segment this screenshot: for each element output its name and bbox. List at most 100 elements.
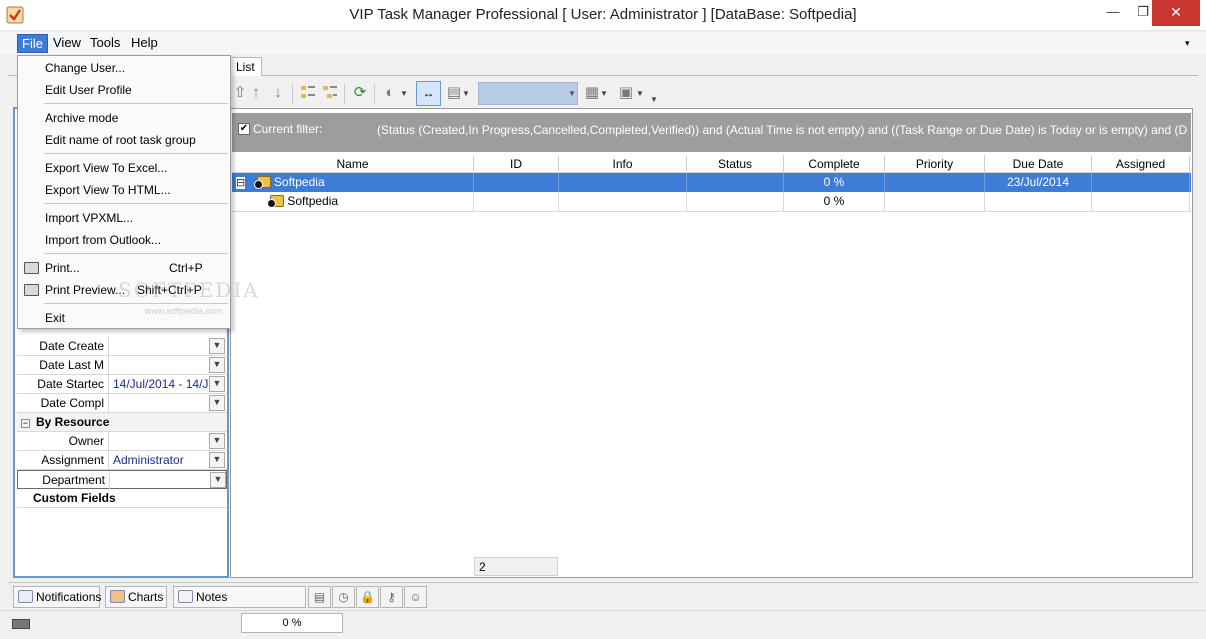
cell-name[interactable]: Softpedia	[232, 192, 474, 211]
notes-icon	[178, 590, 193, 603]
column-header-assigned[interactable]: Assigned	[1092, 155, 1190, 173]
filter-value[interactable]: Administrator	[111, 451, 209, 469]
menu-tools[interactable]: Tools	[86, 34, 124, 53]
cell-priority[interactable]	[885, 192, 985, 211]
filter-value[interactable]	[111, 394, 209, 412]
filter-value[interactable]	[111, 356, 209, 374]
filter-checkbox[interactable]: ✔	[238, 123, 250, 135]
clear-filter-icon[interactable]: ◐	[380, 83, 400, 103]
menu-item-print[interactable]: Print... Ctrl+P	[19, 257, 229, 279]
timer-icon[interactable]: ◷	[332, 586, 355, 608]
column-header-info[interactable]: Info	[559, 155, 687, 173]
cell-assigned[interactable]	[1092, 173, 1190, 192]
chevron-down-icon[interactable]: ▼	[209, 433, 225, 449]
menu-item-label: Import from Outlook...	[45, 233, 162, 247]
window-title: VIP Task Manager Professional [ User: Ad…	[349, 6, 857, 23]
menu-item-change-user[interactable]: Change User...	[19, 57, 229, 79]
menu-item-import-outlook[interactable]: Import from Outlook...	[19, 229, 229, 251]
collapse-icon[interactable]: −	[21, 419, 30, 428]
filter-value[interactable]	[112, 471, 210, 489]
fit-columns-button[interactable]: ↔	[416, 81, 441, 106]
column-header-name[interactable]: Name	[232, 155, 474, 173]
cell-status[interactable]	[687, 173, 784, 192]
toolbar-overflow-chevron-icon[interactable]: ▼	[650, 90, 658, 110]
task-grid-panel: ✔ Current filter: (Status (Created,In Pr…	[230, 108, 1193, 578]
chevron-down-icon[interactable]: ▼	[210, 472, 226, 488]
filter-value[interactable]	[111, 432, 209, 450]
layout-icon[interactable]: ▣	[616, 83, 636, 103]
move-up-icon[interactable]: ↑	[246, 83, 266, 103]
group-by-resource[interactable]: − By Resource	[17, 413, 227, 432]
tab-notes[interactable]: Notes	[173, 586, 306, 608]
menu-help[interactable]: Help	[127, 34, 162, 53]
tab-charts[interactable]: Charts	[105, 586, 167, 608]
cell-info[interactable]	[559, 173, 687, 192]
cell-info[interactable]	[559, 192, 687, 211]
group-label: Custom Fields	[33, 491, 116, 505]
group-custom-fields[interactable]: Custom Fields	[17, 489, 227, 508]
filter-value[interactable]: 14/Jul/2014 - 14/Ju	[111, 375, 209, 393]
filter-row-owner: Owner ▼	[17, 432, 227, 451]
refresh-icon[interactable]: ⟳	[350, 83, 370, 103]
menu-item-archive-mode[interactable]: Archive mode	[19, 107, 229, 129]
cell-id[interactable]	[474, 173, 559, 192]
menu-separator	[44, 253, 228, 254]
cell-due-date[interactable]	[985, 192, 1092, 211]
menu-item-export-excel[interactable]: Export View To Excel...	[19, 157, 229, 179]
outdent-icon[interactable]	[320, 83, 340, 103]
close-button[interactable]: ✕	[1152, 0, 1200, 26]
chevron-down-icon[interactable]: ▼	[400, 84, 408, 104]
cell-priority[interactable]	[885, 173, 985, 192]
cell-due-date[interactable]: 23/Jul/2014	[985, 173, 1092, 192]
cell-complete[interactable]: 0 %	[784, 192, 885, 211]
move-down-icon[interactable]: ↓	[268, 83, 288, 103]
menu-item-edit-user-profile[interactable]: Edit User Profile	[19, 79, 229, 101]
task-name: Softpedia	[287, 194, 339, 208]
column-header-priority[interactable]: Priority	[885, 155, 985, 173]
cell-complete[interactable]: 0 %	[784, 173, 885, 192]
chevron-down-icon[interactable]: ▼	[600, 84, 608, 104]
minimize-button[interactable]: —	[1098, 0, 1128, 26]
menu-item-import-vpxml[interactable]: Import VPXML...	[19, 207, 229, 229]
menu-file[interactable]: File	[17, 34, 48, 53]
lock-icon[interactable]: 🔒	[356, 586, 379, 608]
chevron-down-icon[interactable]: ▼	[209, 376, 225, 392]
menu-item-label: Import VPXML...	[45, 211, 134, 225]
filter-value[interactable]	[111, 337, 209, 355]
cell-name[interactable]: ⊟ Softpedia	[232, 173, 474, 192]
cell-status[interactable]	[687, 192, 784, 211]
cell-id[interactable]	[474, 192, 559, 211]
chevron-down-icon[interactable]: ▼	[209, 338, 225, 354]
collapse-icon[interactable]: ⊟	[236, 177, 246, 189]
menubar-overflow-chevron-icon[interactable]: ▾	[1185, 38, 1190, 49]
cell-assigned[interactable]	[1092, 192, 1190, 211]
filter-caption: Current filter:	[253, 122, 323, 136]
chevron-down-icon[interactable]: ▼	[567, 83, 577, 104]
menu-view[interactable]: View	[49, 34, 85, 53]
column-header-due-date[interactable]: Due Date	[985, 155, 1092, 173]
tab-list[interactable]: List	[229, 57, 262, 76]
column-header-complete[interactable]: Complete	[784, 155, 885, 173]
chevron-down-icon[interactable]: ▼	[209, 357, 225, 373]
row-count-footer: 2	[474, 557, 558, 576]
chevron-down-icon[interactable]: ▼	[636, 84, 644, 104]
key-icon[interactable]: ⚷	[380, 586, 403, 608]
tab-notifications[interactable]: Notifications	[13, 586, 101, 608]
menu-item-edit-root-group[interactable]: Edit name of root task group	[19, 129, 229, 151]
column-header-id[interactable]: ID	[474, 155, 559, 173]
indent-icon[interactable]	[298, 83, 318, 103]
filter-expression[interactable]: (Status (Created,In Progress,Cancelled,C…	[377, 123, 1187, 137]
columns-icon[interactable]: ▤	[444, 83, 464, 103]
chevron-down-icon[interactable]: ▼	[209, 452, 225, 468]
group-by-icon[interactable]: ▦	[582, 83, 602, 103]
chevron-down-icon[interactable]: ▼	[462, 84, 470, 104]
table-row[interactable]: Softpedia 0 %	[232, 192, 1191, 212]
task-properties-icon[interactable]: ▤	[308, 586, 331, 608]
column-header-status[interactable]: Status	[687, 155, 784, 173]
chevron-down-icon[interactable]: ▼	[209, 395, 225, 411]
menu-bar: File View Tools Help ▾	[0, 32, 1206, 54]
user-icon[interactable]: ☺	[404, 586, 427, 608]
menu-item-export-html[interactable]: Export View To HTML...	[19, 179, 229, 201]
view-filter-combo[interactable]: ▼	[478, 82, 578, 105]
table-row[interactable]: ⊟ Softpedia 0 % 23/Jul/2014	[232, 173, 1191, 192]
